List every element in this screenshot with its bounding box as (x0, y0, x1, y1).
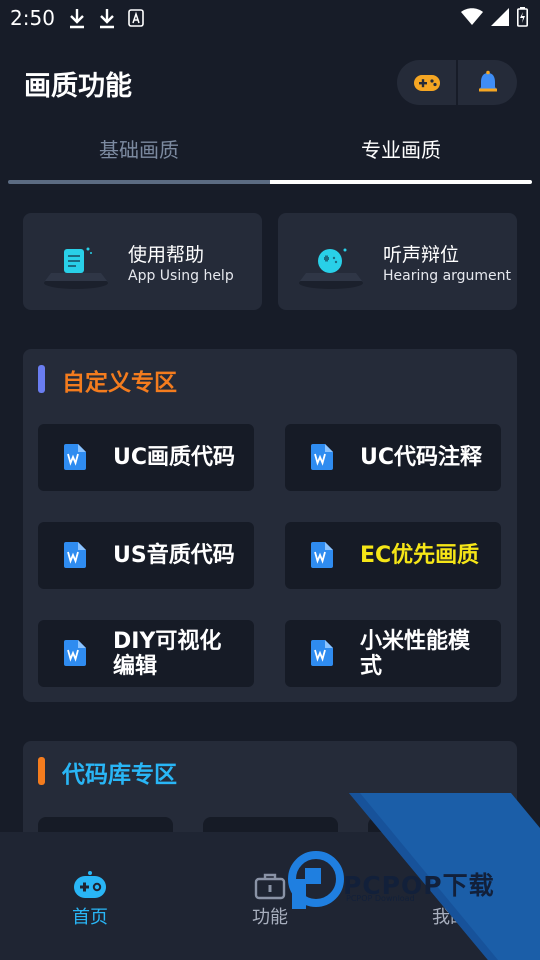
header-actions (397, 60, 517, 105)
nav-profile-label: 我的 (432, 907, 468, 928)
tile-label: US音质代码 (113, 543, 235, 568)
tab-pro-quality[interactable]: 专业画质 (270, 130, 532, 176)
tab-indicator-active (270, 180, 532, 184)
quality-tabs: 基础画质 专业画质 (8, 130, 532, 184)
keyboard-a-icon (128, 9, 144, 27)
download-icon (70, 9, 84, 29)
xiaomi-performance-tile[interactable]: 小米性能模式 (285, 620, 501, 687)
hearing-card-title: 听声辩位 (383, 244, 460, 266)
section-accent-bar (38, 757, 45, 785)
download-icon (100, 9, 114, 29)
help-card-subtitle: App Using help (128, 268, 234, 284)
wps-doc-icon (64, 444, 86, 470)
nav-home[interactable]: 首页 (0, 832, 180, 960)
wps-doc-icon (64, 640, 86, 666)
hearing-argument-card[interactable]: 听声辩位 Hearing argument (278, 213, 517, 310)
signal-icon (491, 8, 509, 26)
uc-quality-code-tile[interactable]: UC画质代码 (38, 424, 254, 491)
nav-features[interactable]: 功能 (180, 832, 360, 960)
gamepad-icon (74, 871, 106, 898)
code-library-title: 代码库专区 (62, 762, 177, 788)
status-bar: 2:50 (0, 0, 540, 36)
game-mode-button[interactable] (397, 60, 456, 105)
gamepad-icon (413, 74, 440, 91)
tab-basic-quality[interactable]: 基础画质 (8, 130, 270, 176)
section-accent-bar (38, 365, 45, 393)
status-time: 2:50 (10, 6, 55, 30)
battery-icon (517, 7, 528, 27)
ec-priority-quality-tile[interactable]: EC优先画质 (285, 522, 501, 589)
briefcase-icon (254, 873, 286, 900)
tile-label: UC代码注释 (360, 445, 483, 470)
us-audio-code-tile[interactable]: US音质代码 (38, 522, 254, 589)
tile-label: UC画质代码 (113, 445, 236, 470)
wps-doc-icon (311, 542, 333, 568)
wps-doc-icon (311, 444, 333, 470)
wifi-icon (461, 8, 483, 25)
watermark-subtext: PCPOP Download (346, 894, 415, 903)
tile-label: DIY可视化编辑 (113, 628, 222, 679)
headphone-locate-icon (299, 248, 363, 289)
bell-icon (478, 70, 497, 91)
tile-label: 小米性能模式 (360, 628, 471, 679)
tab-indicator-left (8, 180, 270, 184)
status-notifications (68, 7, 144, 29)
uc-code-notes-tile[interactable]: UC代码注释 (285, 424, 501, 491)
wps-doc-icon (311, 640, 333, 666)
help-document-icon (44, 247, 108, 289)
status-system-icons (461, 7, 528, 27)
custom-zone-section: 自定义专区 UC画质代码 UC代码注释 US音质代码 EC优先画质 DIY可视化… (23, 349, 517, 702)
wps-doc-icon (64, 542, 86, 568)
help-card-title: 使用帮助 (128, 244, 205, 266)
page-title: 画质功能 (24, 71, 132, 102)
notifications-button[interactable] (458, 60, 517, 105)
tile-label: EC优先画质 (360, 543, 480, 568)
hearing-card-subtitle: Hearing argument (383, 268, 512, 284)
nav-features-label: 功能 (252, 907, 288, 928)
diy-visual-editor-tile[interactable]: DIY可视化编辑 (38, 620, 254, 687)
nav-home-label: 首页 (72, 907, 108, 928)
custom-zone-title: 自定义专区 (62, 370, 177, 396)
app-help-card[interactable]: 使用帮助 App Using help (23, 213, 262, 310)
